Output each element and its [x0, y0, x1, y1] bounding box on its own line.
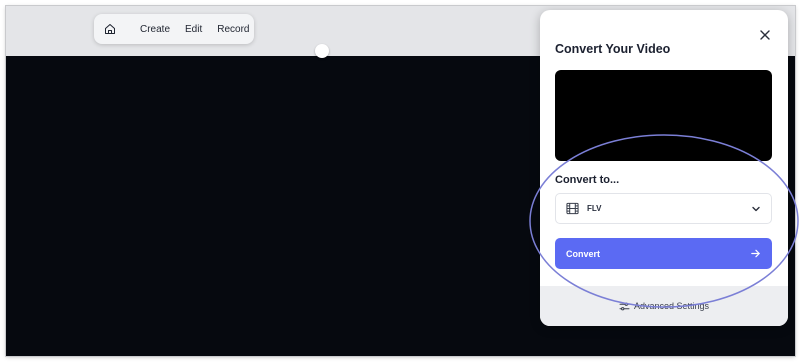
advanced-settings-button[interactable]: Advanced Settings	[540, 286, 788, 326]
chevron-down-icon	[751, 204, 761, 214]
home-icon[interactable]	[104, 22, 116, 36]
panel-title: Convert Your Video	[555, 42, 671, 56]
top-toolbar: Create Edit Record	[94, 14, 254, 44]
format-dropdown[interactable]: FLV	[555, 193, 772, 224]
convert-panel: Convert Your Video Convert to... FLV Con…	[540, 10, 788, 326]
menu-edit[interactable]: Edit	[185, 24, 202, 35]
menu-create[interactable]: Create	[140, 24, 170, 35]
advanced-settings-label: Advanced Settings	[633, 301, 710, 311]
format-selected-value: FLV	[587, 204, 602, 213]
menu-record[interactable]: Record	[217, 24, 249, 35]
convert-to-label: Convert to...	[555, 174, 620, 186]
playhead-handle[interactable]	[315, 44, 329, 58]
arrow-right-icon	[750, 248, 761, 259]
convert-button[interactable]: Convert	[555, 238, 772, 269]
close-icon[interactable]	[754, 24, 776, 46]
video-preview	[555, 70, 772, 161]
film-icon	[566, 202, 580, 216]
app-window: Create Edit Record Convert Your Video Co…	[6, 6, 795, 356]
convert-button-label: Convert	[566, 248, 601, 259]
sliders-icon	[619, 302, 630, 311]
